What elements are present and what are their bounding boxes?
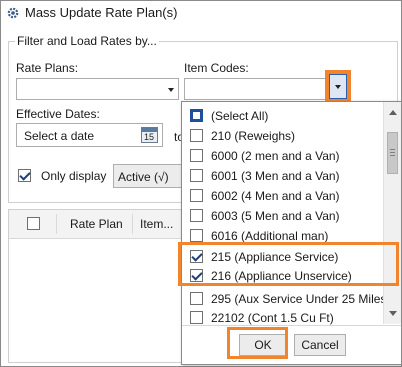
scroll-up-icon[interactable] — [389, 110, 397, 115]
only-display-checkbox[interactable] — [18, 169, 31, 182]
item-checkbox[interactable] — [190, 189, 203, 202]
list-item-label: 210 (Reweighs) — [211, 129, 296, 143]
calendar-icon[interactable]: 15 — [141, 127, 158, 143]
grid-header: Rate Plan Item... — [9, 210, 184, 239]
filter-group-title: Filter and Load Rates by... — [15, 34, 159, 48]
item-checkbox[interactable] — [190, 149, 203, 162]
list-item-label: (Select All) — [211, 109, 269, 123]
dropdown-footer-divider — [182, 325, 401, 326]
highlight-checked-items — [178, 242, 399, 286]
start-date-picker[interactable]: Select a date 15 — [16, 123, 163, 147]
calendar-day: 15 — [144, 132, 155, 142]
status-filter-combo[interactable]: Active (√) — [113, 164, 187, 188]
scroll-thumb[interactable] — [387, 132, 398, 174]
list-item-label: 6001 (3 Men and a Van) — [211, 169, 340, 183]
column-rate-plan[interactable]: Rate Plan — [70, 217, 123, 231]
list-item-label: 6003 (5 Men and a Van) — [211, 209, 340, 223]
item-checkbox[interactable] — [190, 169, 203, 182]
gear-icon — [7, 7, 19, 19]
rate-plans-combo[interactable] — [16, 78, 179, 100]
title-bar: Mass Update Rate Plan(s) — [1, 1, 401, 25]
item-checkbox[interactable] — [190, 209, 203, 222]
item-codes-combo[interactable] — [184, 78, 327, 100]
effective-dates-label: Effective Dates: — [16, 107, 100, 121]
status-filter-value: Active (√) — [118, 170, 169, 184]
list-item-label: 6002 (4 Men and a Van) — [211, 189, 340, 203]
cancel-button[interactable]: Cancel — [294, 334, 346, 356]
select-all-rows-checkbox[interactable] — [27, 217, 40, 230]
highlight-ok-button — [227, 327, 288, 359]
only-display-label: Only display — [41, 169, 107, 183]
item-checkbox[interactable] — [190, 229, 203, 242]
item-checkbox[interactable] — [190, 311, 203, 324]
mass-update-window: Mass Update Rate Plan(s) Filter and Load… — [0, 0, 402, 367]
item-codes-label: Item Codes: — [184, 61, 249, 75]
item-checkbox[interactable] — [190, 292, 203, 305]
scroll-down-icon[interactable] — [389, 311, 397, 316]
chevron-down-icon — [329, 74, 347, 99]
date-placeholder: Select a date — [24, 129, 95, 143]
list-item-label: 6000 (2 men and a Van) — [211, 149, 340, 163]
column-item[interactable]: Item... — [140, 217, 173, 231]
rate-plan-grid: Rate Plan Item... — [8, 209, 185, 363]
window-title: Mass Update Rate Plan(s) — [25, 5, 178, 20]
item-codes-dropdown: (Select All) 210 (Reweighs) 6000 (2 men … — [181, 101, 402, 365]
item-checkbox[interactable] — [190, 129, 203, 142]
select-all-checkbox[interactable] — [190, 109, 203, 122]
item-codes-dropdown-button[interactable] — [325, 70, 351, 103]
list-item-label: 295 (Aux Service Under 25 Miles) — [211, 292, 391, 306]
list-item-label: 22102 (Cont 1.5 Cu Ft) — [211, 311, 334, 325]
dropdown-scrollbar[interactable] — [383, 102, 401, 324]
list-item-label: 6016 (Additional man) — [211, 229, 329, 243]
chevron-down-icon — [168, 88, 174, 92]
rate-plans-label: Rate Plans: — [16, 61, 79, 75]
